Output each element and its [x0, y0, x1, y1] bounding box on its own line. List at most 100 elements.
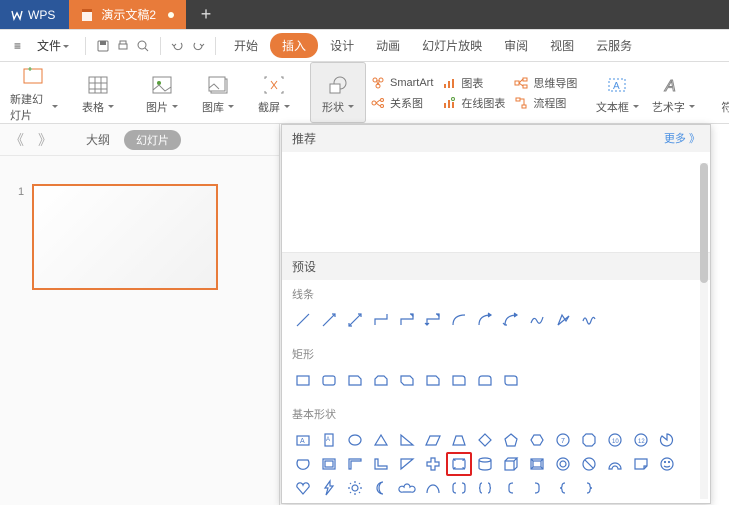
shape-heptagon[interactable]: 7: [550, 428, 576, 452]
shape-moon[interactable]: [368, 476, 394, 500]
shape-triangle[interactable]: [368, 428, 394, 452]
shape-oval[interactable]: [342, 428, 368, 452]
new-slide-button[interactable]: 新建幻灯片: [6, 62, 62, 123]
shape-bevel[interactable]: [524, 452, 550, 476]
shape-cube[interactable]: [498, 452, 524, 476]
tab-cloud[interactable]: 云服务: [586, 31, 642, 60]
shape-diamond[interactable]: [472, 428, 498, 452]
shape-sun[interactable]: [342, 476, 368, 500]
chart-button[interactable]: 图表: [441, 75, 505, 91]
nav-prev-icon[interactable]: 《: [10, 130, 24, 150]
shape-right-brace[interactable]: [576, 476, 602, 500]
shape-right-bracket[interactable]: [524, 476, 550, 500]
shape-elbow[interactable]: [368, 308, 394, 332]
shape-double-bracket[interactable]: [446, 476, 472, 500]
slides-tab[interactable]: 幻灯片: [124, 130, 181, 150]
shape-snip-1[interactable]: [342, 368, 368, 392]
new-tab-button[interactable]: +: [186, 0, 226, 29]
shape-left-brace[interactable]: [550, 476, 576, 500]
shape-snip-2-diag[interactable]: [394, 368, 420, 392]
shape-round-rect[interactable]: [316, 368, 342, 392]
tab-review[interactable]: 审阅: [494, 31, 538, 60]
outline-tab[interactable]: 大纲: [86, 131, 110, 148]
hamburger-menu-icon[interactable]: ≡: [8, 35, 27, 57]
shape-block-arc[interactable]: [602, 452, 628, 476]
shape-trapezoid[interactable]: [446, 428, 472, 452]
shape-freeform[interactable]: [550, 308, 576, 332]
shape-chord[interactable]: [290, 452, 316, 476]
file-menu[interactable]: 文件: [29, 33, 77, 58]
shape-textbox-h[interactable]: A: [290, 428, 316, 452]
slide-thumbnail[interactable]: [32, 184, 218, 290]
shape-right-triangle[interactable]: [394, 428, 420, 452]
wordart-button[interactable]: A 艺术字: [645, 62, 701, 123]
shape-elbow-arrow[interactable]: [394, 308, 420, 332]
onlinechart-button[interactable]: 在线图表: [441, 95, 505, 111]
textbox-button[interactable]: A 文本框: [589, 62, 645, 123]
shape-donut[interactable]: [550, 452, 576, 476]
shape-arc[interactable]: [420, 476, 446, 500]
relation-button[interactable]: 关系图: [370, 95, 433, 111]
undo-icon[interactable]: [169, 37, 187, 55]
shape-decagon[interactable]: 10: [602, 428, 628, 452]
screenshot-button[interactable]: 截屏: [246, 62, 302, 123]
shape-elbow-double[interactable]: [420, 308, 446, 332]
tab-insert[interactable]: 插入: [270, 33, 318, 58]
shape-dodecagon[interactable]: 12: [628, 428, 654, 452]
shape-heart[interactable]: [290, 476, 316, 500]
shape-diag-stripe[interactable]: [394, 452, 420, 476]
redo-icon[interactable]: [189, 37, 207, 55]
shape-cloud[interactable]: [394, 476, 420, 500]
document-tab[interactable]: 演示文稿2: [69, 0, 186, 29]
save-icon[interactable]: [94, 37, 112, 55]
more-link[interactable]: 更多 》: [664, 130, 700, 147]
shape-curve[interactable]: [446, 308, 472, 332]
shape-scribble[interactable]: [576, 308, 602, 332]
shape-lightning[interactable]: [316, 476, 342, 500]
shape-pie[interactable]: [654, 428, 680, 452]
shape-octagon[interactable]: [576, 428, 602, 452]
shape-curve-arrow[interactable]: [472, 308, 498, 332]
tab-design[interactable]: 设计: [320, 31, 364, 60]
shape-can[interactable]: [472, 452, 498, 476]
shape-half-frame[interactable]: [342, 452, 368, 476]
shape-line[interactable]: [290, 308, 316, 332]
shape-freeform-curve[interactable]: [524, 308, 550, 332]
shape-rect[interactable]: [290, 368, 316, 392]
tab-start[interactable]: 开始: [224, 31, 268, 60]
shape-cross[interactable]: [420, 452, 446, 476]
tab-animation[interactable]: 动画: [366, 31, 410, 60]
shapes-button[interactable]: 形状: [310, 62, 366, 123]
shape-double-arrow[interactable]: [342, 308, 368, 332]
shape-smiley[interactable]: [654, 452, 680, 476]
shape-left-bracket[interactable]: [498, 476, 524, 500]
shape-double-brace[interactable]: [472, 476, 498, 500]
tab-view[interactable]: 视图: [540, 31, 584, 60]
dropdown-scrollbar[interactable]: [700, 163, 708, 499]
print-preview-icon[interactable]: [134, 37, 152, 55]
shape-curve-double[interactable]: [498, 308, 524, 332]
shape-pentagon[interactable]: [498, 428, 524, 452]
gallery-button[interactable]: 图库: [190, 62, 246, 123]
shape-round-2-same[interactable]: [472, 368, 498, 392]
shape-no-symbol[interactable]: [576, 452, 602, 476]
shape-parallelogram[interactable]: [420, 428, 446, 452]
shape-round-2-diag[interactable]: [498, 368, 524, 392]
picture-button[interactable]: 图片: [134, 62, 190, 123]
mindmap-button[interactable]: 思维导图: [513, 75, 577, 91]
print-icon[interactable]: [114, 37, 132, 55]
shape-snip-round[interactable]: [420, 368, 446, 392]
table-button[interactable]: 表格: [70, 62, 126, 123]
shape-textbox-v[interactable]: A: [316, 428, 342, 452]
shape-hexagon[interactable]: [524, 428, 550, 452]
flowchart-button[interactable]: 流程图: [513, 95, 577, 111]
symbol-button[interactable]: Ω 符号: [709, 62, 729, 123]
app-tab-wps[interactable]: WPS: [0, 0, 69, 29]
shape-l-shape[interactable]: [368, 452, 394, 476]
nav-next-icon[interactable]: 》: [38, 130, 52, 150]
shape-plaque[interactable]: [446, 452, 472, 476]
shape-round-1[interactable]: [446, 368, 472, 392]
shape-snip-2-same[interactable]: [368, 368, 394, 392]
scrollbar-thumb[interactable]: [700, 163, 708, 283]
shape-frame[interactable]: [316, 452, 342, 476]
